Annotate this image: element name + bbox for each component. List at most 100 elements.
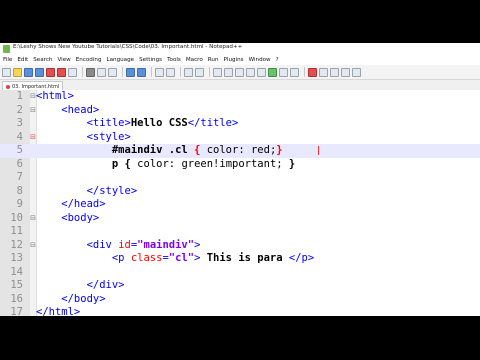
record-macro-icon[interactable] — [308, 67, 317, 77]
menu-bar: File Edit Search View Encoding Language … — [0, 55, 480, 65]
text-cursor — [318, 146, 319, 155]
code-line: 2 ⊟ <head> — [0, 104, 480, 118]
menu-search[interactable]: Search — [33, 57, 52, 63]
line-number: 1 — [16, 90, 23, 102]
toolbar-separator — [180, 67, 181, 77]
code-line: 6 p { color: green!important; } — [0, 158, 480, 172]
line-number: 14 — [10, 265, 23, 278]
cut-icon[interactable] — [86, 67, 95, 77]
save-all-icon[interactable] — [35, 67, 44, 77]
code-text: <html> — [36, 90, 74, 102]
code-editor[interactable]: 1 ⊟ <html> 2 ⊟ <head> 3 <title>Hello CSS… — [0, 90, 480, 316]
code-text: </head> — [36, 198, 106, 210]
menu-tools[interactable]: Tools — [167, 57, 181, 63]
menu-help[interactable]: ? — [276, 57, 279, 63]
line-number: 3 — [16, 117, 23, 129]
replace-icon[interactable] — [166, 67, 175, 77]
code-line: 13 <p class="cl"> This is para </p> — [0, 252, 480, 266]
code-line: 4 ⊟ <style> — [0, 131, 480, 145]
code-line: 12 ⊟ <div id="maindiv"> — [0, 239, 480, 253]
copy-icon[interactable] — [97, 67, 106, 77]
folder-as-workspace-icon[interactable] — [279, 67, 288, 77]
run-macro-multiple-icon[interactable] — [341, 67, 350, 77]
new-file-icon[interactable] — [2, 67, 11, 77]
notepadpp-icon — [3, 45, 10, 53]
close-file-icon[interactable] — [46, 67, 55, 77]
line-number: 6 — [16, 157, 23, 170]
line-number: 10 — [10, 211, 23, 224]
letterbox-bottom — [0, 316, 480, 360]
zoom-in-icon[interactable] — [184, 67, 193, 77]
code-text: <body> — [36, 211, 100, 224]
language-icon[interactable] — [268, 67, 277, 77]
menu-plugins[interactable]: Plugins — [224, 57, 244, 63]
menu-encoding[interactable]: Encoding — [76, 57, 102, 63]
play-macro-icon[interactable] — [330, 67, 339, 77]
code-line: 10 ⊟ <body> — [0, 212, 480, 226]
code-line: 1 ⊟ <html> — [0, 90, 480, 104]
sync-vertical-icon[interactable] — [213, 67, 222, 77]
save-macro-icon[interactable] — [352, 67, 361, 77]
save-icon[interactable] — [24, 67, 33, 77]
undo-icon[interactable] — [126, 67, 135, 77]
code-line: 14 — [0, 266, 480, 280]
code-text: <head> — [36, 103, 100, 116]
toolbar-separator — [151, 67, 152, 77]
stop-macro-icon[interactable] — [319, 67, 328, 77]
line-number: 11 — [10, 225, 23, 237]
code-line: 11 — [0, 225, 480, 239]
menu-language[interactable]: Language — [107, 57, 135, 63]
line-number: 9 — [16, 198, 23, 210]
line-number: 4 — [16, 130, 23, 143]
line-number: 5 — [16, 144, 23, 156]
line-number: 17 — [10, 306, 23, 316]
code-text: <div id="maindiv"> — [86, 238, 201, 251]
code-text: <style> — [36, 130, 131, 143]
code-line-current: 5 #maindiv .cl { color: red;} — [0, 144, 480, 158]
menu-view[interactable]: View — [57, 57, 70, 63]
show-all-chars-icon[interactable] — [246, 67, 255, 77]
code-line: 7 — [0, 171, 480, 185]
indent-guide-icon[interactable] — [257, 67, 266, 77]
document-map-icon[interactable] — [290, 67, 299, 77]
line-number: 15 — [10, 279, 23, 291]
code-line: 9 </head> — [0, 198, 480, 212]
sync-horizontal-icon[interactable] — [224, 67, 233, 77]
toolbar-separator — [304, 67, 305, 77]
open-folder-icon[interactable] — [13, 67, 22, 77]
print-icon[interactable] — [68, 67, 77, 77]
window-title: E:\Leshy Shows New Youtube Tutorials\CSS… — [13, 44, 243, 50]
toolbar-separator — [122, 67, 123, 77]
code-line: 15 </div> — [0, 279, 480, 293]
code-text: </style> — [36, 184, 138, 197]
menu-file[interactable]: File — [3, 57, 12, 63]
code-line: 16 </body> — [0, 293, 480, 307]
toolbar — [0, 65, 480, 80]
tab-label: 03. Important.html — [12, 83, 60, 90]
menu-window[interactable]: Window — [249, 57, 271, 63]
code-text: </div> — [36, 279, 125, 291]
letterbox-top — [0, 0, 480, 43]
menu-settings[interactable]: Settings — [139, 57, 162, 63]
unsaved-file-icon — [6, 84, 10, 89]
code-line: 8 </style> — [0, 185, 480, 199]
menu-edit[interactable]: Edit — [17, 57, 28, 63]
menu-macro[interactable]: Macro — [186, 57, 203, 63]
code-line: 17 </html> — [0, 306, 480, 316]
zoom-out-icon[interactable] — [195, 67, 204, 77]
notepadpp-window: E:\Leshy Shows New Youtube Tutorials\CSS… — [0, 43, 480, 316]
line-number: 2 — [16, 103, 23, 116]
code-text: </html> — [36, 306, 81, 316]
redo-icon[interactable] — [137, 67, 146, 77]
code-text: p { color: green!important; } — [111, 157, 296, 170]
code-text: #maindiv .cl { color: red;} — [111, 144, 283, 156]
close-all-icon[interactable] — [57, 67, 66, 77]
paste-icon[interactable] — [108, 67, 117, 77]
code-text: <title>Hello CSS</title> — [86, 117, 239, 129]
line-number: 12 — [10, 238, 23, 251]
code-text: <p class="cl"> This is para </p> — [111, 252, 315, 264]
toolbar-separator — [209, 67, 210, 77]
menu-run[interactable]: Run — [208, 57, 219, 63]
word-wrap-icon[interactable] — [235, 67, 244, 77]
find-icon[interactable] — [155, 67, 164, 77]
